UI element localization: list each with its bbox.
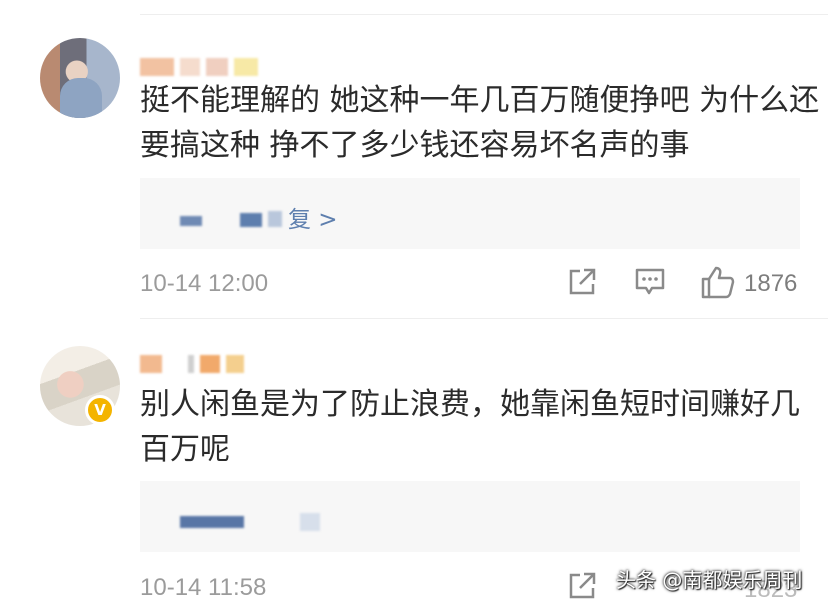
- share-icon[interactable]: [566, 570, 598, 602]
- username-redacted[interactable]: [140, 58, 258, 76]
- comment-timestamp: 10-14 12:00: [140, 270, 269, 297]
- comment-text: 挺不能理解的 她这种一年几百万随便挣吧 为什么还要搞这种 挣不了多少钱还容易坏名…: [140, 83, 820, 163]
- comment-timestamp: 10-14 11:58: [140, 574, 267, 601]
- thumbs-up-icon[interactable]: [700, 264, 736, 300]
- comment-feed: 挺不能理解的 她这种一年几百万随便挣吧 为什么还要搞这种 挣不了多少钱还容易坏名…: [0, 0, 828, 602]
- view-replies-link[interactable]: 复 >: [288, 200, 338, 234]
- reply-username-redacted: [180, 516, 244, 528]
- watermark: 头条 @南都娱乐周刊: [616, 568, 803, 592]
- reply-username-redacted: [268, 211, 282, 227]
- username-redacted[interactable]: [140, 355, 244, 373]
- reply-username-redacted: [300, 513, 320, 531]
- reply-preview[interactable]: 复 >: [140, 178, 800, 249]
- like-count: 1876: [744, 270, 798, 297]
- reply-username-redacted: [240, 213, 262, 227]
- verified-badge-icon: V: [85, 395, 115, 425]
- avatar[interactable]: [40, 38, 120, 118]
- share-icon[interactable]: [566, 266, 598, 298]
- comment-divider: [140, 318, 828, 319]
- comment-text: 别人闲鱼是为了防止浪费，她靠闲鱼短时间赚好几百万呢: [140, 387, 800, 467]
- reply-preview[interactable]: [140, 481, 800, 552]
- comment-icon[interactable]: [634, 267, 666, 297]
- reply-username-redacted: [180, 216, 202, 226]
- top-divider: [140, 14, 828, 15]
